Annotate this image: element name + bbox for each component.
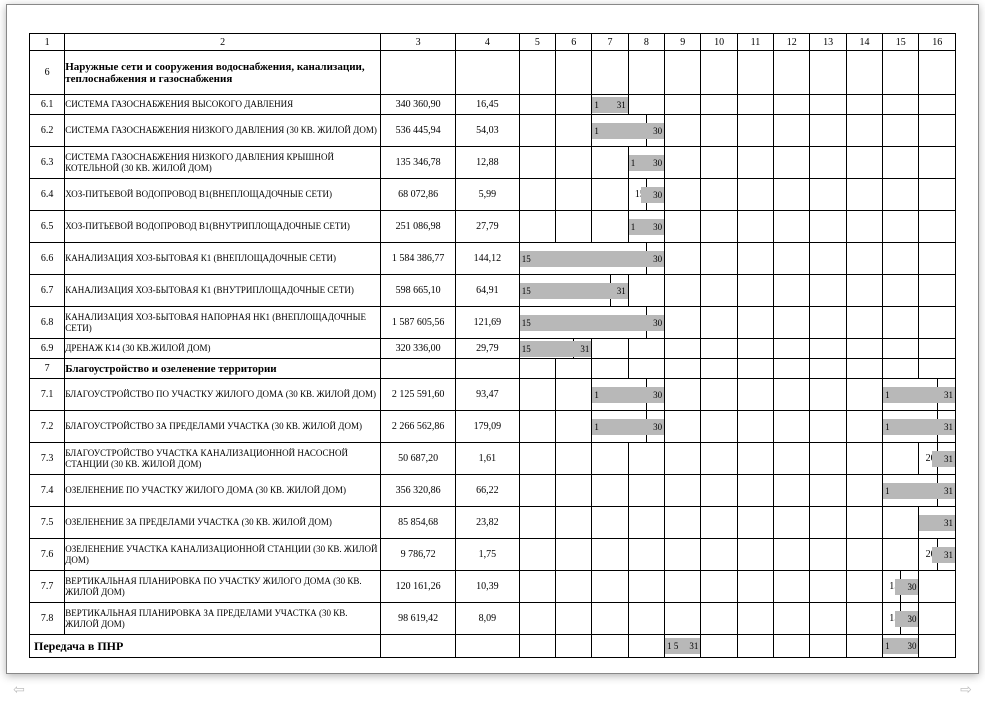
row-6-2: 6.2 СИСТЕМА ГАЗОСНАБЖЕНИЯ НИЗКОГО ДАВЛЕН… xyxy=(30,115,956,147)
col-16: 16 xyxy=(919,34,956,51)
section-title: Благоустройство и озеленение территории xyxy=(65,359,381,379)
col-3: 3 xyxy=(381,34,456,51)
row-7-2: 7.2 БЛАГОУСТРОЙСТВО ЗА ПРЕДЕЛАМИ УЧАСТКА… xyxy=(30,411,956,443)
gantt-bar: 30 xyxy=(901,571,919,603)
row-7-4: 7.4 ОЗЕЛЕНЕНИЕ ПО УЧАСТКУ ЖИЛОГО ДОМА (3… xyxy=(30,475,956,507)
document-page: 1 2 3 4 5 6 7 8 9 10 11 12 13 14 15 16 6… xyxy=(6,4,979,674)
col-14: 14 xyxy=(846,34,882,51)
col-10: 10 xyxy=(701,34,737,51)
row-6-9: 6.9 ДРЕНАЖ К14 (30 КВ.ЖИЛОЙ ДОМ) 320 336… xyxy=(30,339,956,359)
gantt-bar: 1 531 xyxy=(665,635,701,658)
gantt-bar: 30 xyxy=(901,603,919,635)
row-6-6: 6.6 КАНАЛИЗАЦИЯ ХОЗ-БЫТОВАЯ К1 (ВНЕПЛОЩА… xyxy=(30,243,956,275)
row-6-5: 6.5 ХОЗ-ПИТЬЕВОЙ ВОДОПРОВОД В1(ВНУТРИПЛО… xyxy=(30,211,956,243)
row-7-1: 7.1 БЛАГОУСТРОЙСТВО ПО УЧАСТКУ ЖИЛОГО ДО… xyxy=(30,379,956,411)
footer-label: Передача в ПНР xyxy=(30,635,381,658)
gantt-bar-end: 31 xyxy=(574,339,592,359)
gantt-bar: 15 xyxy=(519,307,537,339)
footer-row: Передача в ПНР 1 531 130 xyxy=(30,635,956,658)
gantt-bar: 131 xyxy=(592,95,628,115)
col-12: 12 xyxy=(774,34,810,51)
gantt-bar-2: 1 xyxy=(883,379,938,411)
gantt-bar: 31 xyxy=(919,507,956,539)
gantt-bar: 31 xyxy=(937,443,955,475)
prev-page-arrow-icon[interactable]: ⇦ xyxy=(8,682,30,698)
row-7-5: 7.5 ОЗЕЛЕНЕНИЕ ЗА ПРЕДЕЛАМИ УЧАСТКА (30 … xyxy=(30,507,956,539)
row-7-8: 7.8 ВЕРТИКАЛЬНАЯ ПЛАНИРОВКА ЗА ПРЕДЕЛАМИ… xyxy=(30,603,956,635)
next-page-arrow-icon[interactable]: ⇨ xyxy=(955,682,977,698)
col-13: 13 xyxy=(810,34,846,51)
gantt-bar: 1 xyxy=(592,379,647,411)
section-6-header: 6 Наружные сети и сооружения водоснабжен… xyxy=(30,51,956,95)
row-6-4: 6.4 ХОЗ-ПИТЬЕВОЙ ВОДОПРОВОД В1(ВНЕПЛОЩАД… xyxy=(30,179,956,211)
row-6-1: 6.1 СИСТЕМА ГАЗОСНАБЖЕНИЯ ВЫСОКОГО ДАВЛЕ… xyxy=(30,95,956,115)
gantt-bar-end: 30 xyxy=(646,243,664,275)
row-6-7: 6.7 КАНАЛИЗАЦИЯ ХОЗ-БЫТОВАЯ К1 (ВНУТРИПЛ… xyxy=(30,275,956,307)
gantt-bar: 15 xyxy=(519,243,537,275)
col-6: 6 xyxy=(556,34,592,51)
gantt-bar: 1 xyxy=(883,475,938,507)
gantt-bar-end: 30 xyxy=(646,115,664,147)
row-7-7: 7.7 ВЕРТИКАЛЬНАЯ ПЛАНИРОВКА ПО УЧАСТКУ Ж… xyxy=(30,571,956,603)
col-8: 8 xyxy=(628,34,664,51)
row-6-3: 6.3 СИСТЕМА ГАЗОСНАБЖЕНИЯ НИЗКОГО ДАВЛЕН… xyxy=(30,147,956,179)
gantt-bar: 130 xyxy=(628,211,664,243)
col-15: 15 xyxy=(883,34,919,51)
gantt-bar: 130 xyxy=(628,147,664,179)
col-4: 4 xyxy=(456,34,520,51)
row-6-8: 6.8 КАНАЛИЗАЦИЯ ХОЗ-БЫТОВАЯ НАПОРНАЯ НК1… xyxy=(30,307,956,339)
section-7-header: 7 Благоустройство и озеленение территори… xyxy=(30,359,956,379)
schedule-table: 1 2 3 4 5 6 7 8 9 10 11 12 13 14 15 16 6… xyxy=(29,33,956,658)
row-7-3: 7.3 БЛАГОУСТРОЙСТВО УЧАСТКА КАНАЛИЗАЦИОН… xyxy=(30,443,956,475)
header-row: 1 2 3 4 5 6 7 8 9 10 11 12 13 14 15 16 xyxy=(30,34,956,51)
col-1: 1 xyxy=(30,34,65,51)
col-2: 2 xyxy=(65,34,381,51)
gantt-bar-2: 130 xyxy=(883,635,919,658)
row-7-6: 7.6 ОЗЕЛЕНЕНИЕ УЧАСТКА КАНАЛИЗАЦИОННОЙ С… xyxy=(30,539,956,571)
col-9: 9 xyxy=(665,34,701,51)
gantt-bar: 31 xyxy=(937,539,955,571)
gantt-bar-2: 1 xyxy=(883,411,938,443)
gantt-bar: 15 xyxy=(519,339,537,359)
section-title: Наружные сети и сооружения водоснабжения… xyxy=(65,51,381,95)
gantt-bar: 1 xyxy=(592,411,647,443)
gantt-bar-end: 31 xyxy=(610,275,628,307)
gantt-bar-end: 30 xyxy=(646,307,664,339)
gantt-bar: 30 xyxy=(646,179,664,211)
col-11: 11 xyxy=(737,34,773,51)
section-num: 7 xyxy=(30,359,65,379)
col-5: 5 xyxy=(519,34,555,51)
section-num: 6 xyxy=(30,51,65,95)
gantt-bar: 15 xyxy=(519,275,537,307)
gantt-bar: 1 xyxy=(592,115,647,147)
col-7: 7 xyxy=(592,34,628,51)
